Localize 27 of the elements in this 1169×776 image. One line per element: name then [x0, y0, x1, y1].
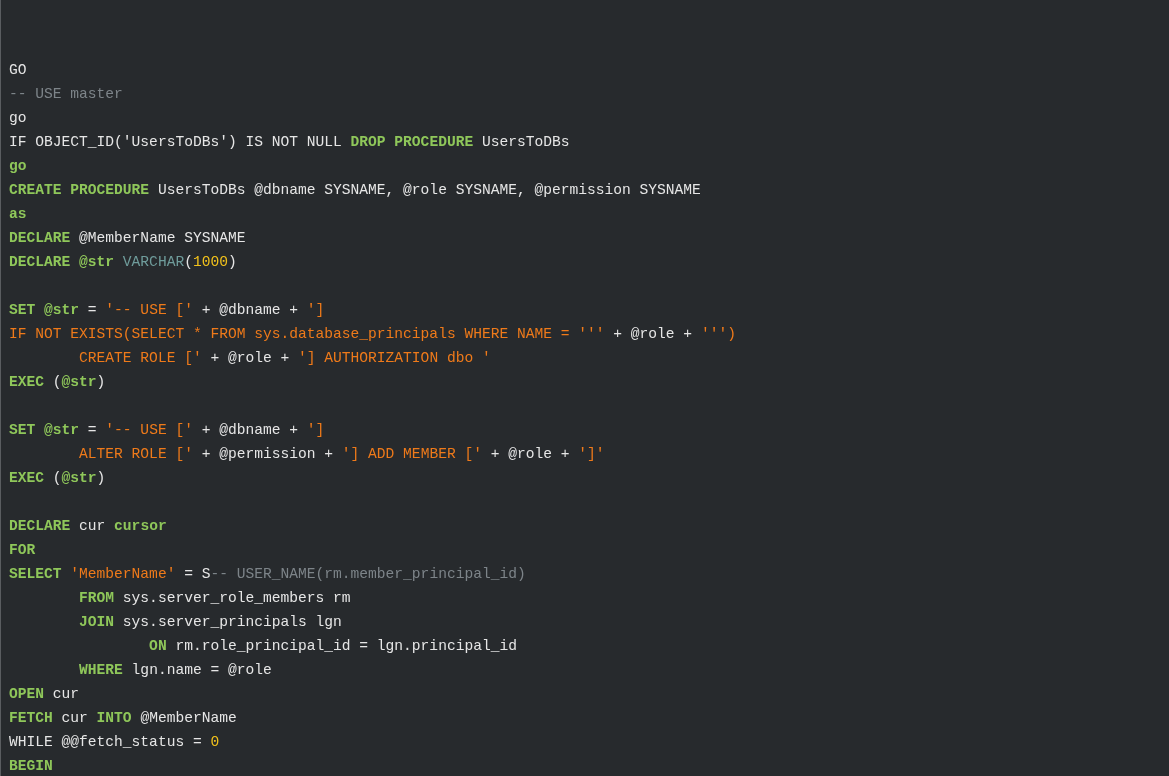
code-line: SET @str = '-- USE [' + @dbname + '] — [9, 301, 325, 320]
code-line: BEGIN — [9, 757, 53, 776]
code-line: FETCH cur INTO @MemberName — [9, 709, 237, 728]
code-line: FOR — [9, 541, 36, 560]
code-line: SET @str = '-- USE [' + @dbname + '] — [9, 421, 325, 440]
code-line: WHILE @@fetch_status = 0 — [9, 733, 220, 752]
code-line: go — [9, 157, 27, 176]
code-line: go — [9, 109, 27, 128]
code-line: IF OBJECT_ID('UsersToDBs') IS NOT NULL DROP PROCEDURE UsersToDBs — [9, 133, 570, 152]
code-line: FROM sys.server_role_members rm — [78, 589, 351, 608]
code-line: DECLARE @str VARCHAR(1000) — [9, 253, 237, 272]
code-line: CREATE PROCEDURE UsersToDBs @dbname SYSNAME, @role SYSNAME, @permission SYSNAME — [9, 181, 701, 200]
code-line: DECLARE cur cursor — [9, 517, 167, 536]
code-line: ON rm.role_principal_id = lgn.principal_id — [148, 637, 517, 656]
code-line: SELECT 'MemberName' = S-- USER_NAME(rm.member_principal_id) — [9, 565, 526, 584]
code-line: CREATE ROLE [' + @role + '] AUTHORIZATION dbo ' — [78, 349, 491, 368]
code-line: DECLARE @MemberName SYSNAME — [9, 229, 246, 248]
code-line: ALTER ROLE [' + @permission + '] ADD MEMBER [' + @role + ']' — [78, 445, 605, 464]
code-line: IF NOT EXISTS(SELECT * FROM sys.database_principals WHERE NAME = ''' + @role + ''') — [9, 325, 736, 344]
code-line: EXEC (@str) — [9, 373, 106, 392]
code-line: GO — [9, 61, 27, 80]
code-line: as — [9, 205, 27, 224]
code-line: WHERE lgn.name = @role — [78, 661, 272, 680]
code-line: OPEN cur — [9, 685, 80, 704]
code-line: -- USE master — [9, 85, 123, 104]
code-line: EXEC (@str) — [9, 469, 106, 488]
code-line: JOIN sys.server_principals lgn — [78, 613, 342, 632]
